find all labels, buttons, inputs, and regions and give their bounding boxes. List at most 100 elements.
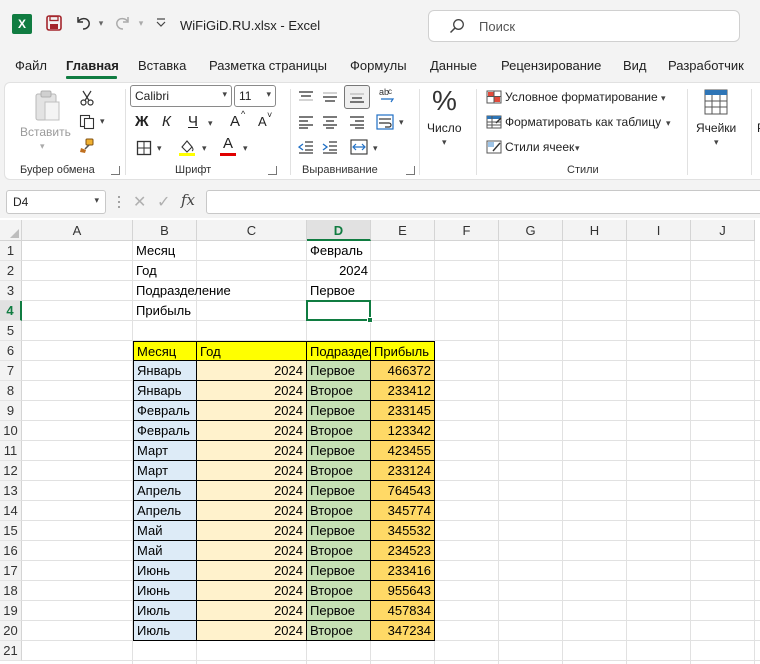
worksheet-grid[interactable]: A B C D E F G H I J 1 2 3 4 5 6 7 8 9 10 11 12 13 14 15 16 17 18 19 2… [0,220,760,664]
column-header-i[interactable]: I [627,220,691,241]
table-cell[interactable]: 466372 [371,361,435,381]
align-middle-icon[interactable] [321,89,339,105]
table-cell[interactable]: Первое [307,441,371,461]
row-header-7[interactable]: 7 [0,361,22,381]
table-cell[interactable]: 2024 [197,521,307,541]
format-as-table-label[interactable]: Форматировать как таблицу [505,115,661,129]
copy-dropdown-icon[interactable]: ▾ [100,116,105,127]
table-cell[interactable]: Первое [307,561,371,581]
table-cell[interactable]: 764543 [371,481,435,501]
column-header-e[interactable]: E [371,220,435,241]
decrease-indent-icon[interactable] [297,139,315,155]
cancel-icon[interactable]: ✕ [133,192,146,212]
table-cell[interactable]: Первое [307,521,371,541]
save-icon[interactable] [45,14,63,32]
format-as-table-dropdown-icon[interactable]: ▾ [666,118,671,129]
format-painter-icon[interactable] [78,137,96,155]
table-cell[interactable]: Второе [307,581,371,601]
table-cell[interactable]: Март [134,461,197,481]
table-cell[interactable]: 233145 [371,401,435,421]
undo-dropdown-icon[interactable]: ▾ [96,14,106,32]
cell-styles-label[interactable]: Стили ячеек [505,140,574,154]
fill-color-icon[interactable] [177,137,197,157]
select-all-corner[interactable] [0,220,22,241]
font-size-combo[interactable]: 11 ▾ [234,85,276,107]
font-dialog-launcher[interactable] [268,166,277,175]
table-cell[interactable]: Май [134,541,197,561]
increase-font-size-button[interactable]: A [230,113,240,130]
align-left-icon[interactable] [297,114,315,130]
underline-dropdown-icon[interactable]: ▾ [208,118,213,129]
insert-function-icon[interactable]: fx [181,191,195,209]
redo-icon[interactable] [114,14,132,32]
table-cell[interactable]: Март [134,441,197,461]
row-header-15[interactable]: 15 [0,521,22,541]
customize-toolbar-icon[interactable] [155,14,167,32]
table-cell[interactable]: 2024 [197,401,307,421]
conditional-formatting-dropdown-icon[interactable]: ▾ [661,93,666,104]
table-cell[interactable]: 2024 [197,441,307,461]
table-cell[interactable]: 2024 [197,541,307,561]
table-cell[interactable]: 2024 [197,601,307,621]
table-cell[interactable]: 345532 [371,521,435,541]
tab-file[interactable]: Файл [15,58,47,73]
table-cell[interactable]: Июль [134,621,197,641]
increase-indent-icon[interactable] [321,139,339,155]
borders-icon[interactable] [135,139,153,157]
table-cell[interactable]: 2024 [197,421,307,441]
cell-styles-dropdown-icon[interactable]: ▾ [575,143,580,154]
table-cell[interactable]: 2024 [197,481,307,501]
row-header-10[interactable]: 10 [0,421,22,441]
table-cell[interactable]: 345774 [371,501,435,521]
row-header-4[interactable]: 4 [0,301,22,321]
decrease-font-size-button[interactable]: A [258,114,267,129]
table-cell[interactable]: Первое [307,481,371,501]
cell-styles-icon[interactable] [485,139,503,155]
font-name-combo[interactable]: Calibri ▾ [130,85,232,107]
row-header-18[interactable]: 18 [0,581,22,601]
param-value-cell[interactable]: Первое [307,281,371,301]
row-header-2[interactable]: 2 [0,261,22,281]
row-header-3[interactable]: 3 [0,281,22,301]
tab-developer[interactable]: Разработчик [668,58,744,73]
param-value-cell[interactable]: Февраль [307,241,371,261]
table-cell[interactable]: 233412 [371,381,435,401]
conditional-formatting-label[interactable]: Условное форматирование [505,90,658,104]
formula-input[interactable] [206,190,760,214]
table-cell[interactable]: Январь [134,381,197,401]
align-center-icon[interactable] [321,114,339,130]
table-cell[interactable]: Первое [307,361,371,381]
wrap-text-icon[interactable] [375,112,395,132]
row-header-12[interactable]: 12 [0,461,22,481]
table-cell[interactable]: Второе [307,621,371,641]
table-cell[interactable]: Второе [307,381,371,401]
table-cell[interactable]: Февраль [134,421,197,441]
undo-icon[interactable] [74,14,92,32]
fill-handle[interactable] [367,317,373,323]
font-color-dropdown-icon[interactable]: ▾ [243,143,248,154]
copy-icon[interactable] [78,113,96,131]
align-right-icon[interactable] [348,114,366,130]
row-header-17[interactable]: 17 [0,561,22,581]
cut-icon[interactable] [78,89,96,107]
table-cell[interactable]: 234523 [371,541,435,561]
align-bottom-icon[interactable] [344,85,370,109]
redo-dropdown-icon[interactable]: ▾ [136,14,146,32]
number-format-icon[interactable]: % [432,85,457,117]
row-header-6[interactable]: 6 [0,341,22,361]
row-header-14[interactable]: 14 [0,501,22,521]
row-header-13[interactable]: 13 [0,481,22,501]
name-box[interactable]: D4 ▾ [6,190,106,214]
table-cell[interactable]: 123342 [371,421,435,441]
row-header-5[interactable]: 5 [0,321,22,341]
column-header-h[interactable]: H [563,220,627,241]
row-header-9[interactable]: 9 [0,401,22,421]
table-header-cell[interactable]: Подразделение [307,342,371,361]
param-label-cell[interactable]: Подразделение [133,281,303,301]
merge-dropdown-icon[interactable]: ▾ [373,143,378,154]
table-cell[interactable]: 2024 [197,381,307,401]
tab-insert[interactable]: Вставка [138,58,186,73]
table-cell[interactable]: 233124 [371,461,435,481]
param-label-cell[interactable]: Прибыль [133,301,303,321]
table-cell[interactable]: Январь [134,361,197,381]
